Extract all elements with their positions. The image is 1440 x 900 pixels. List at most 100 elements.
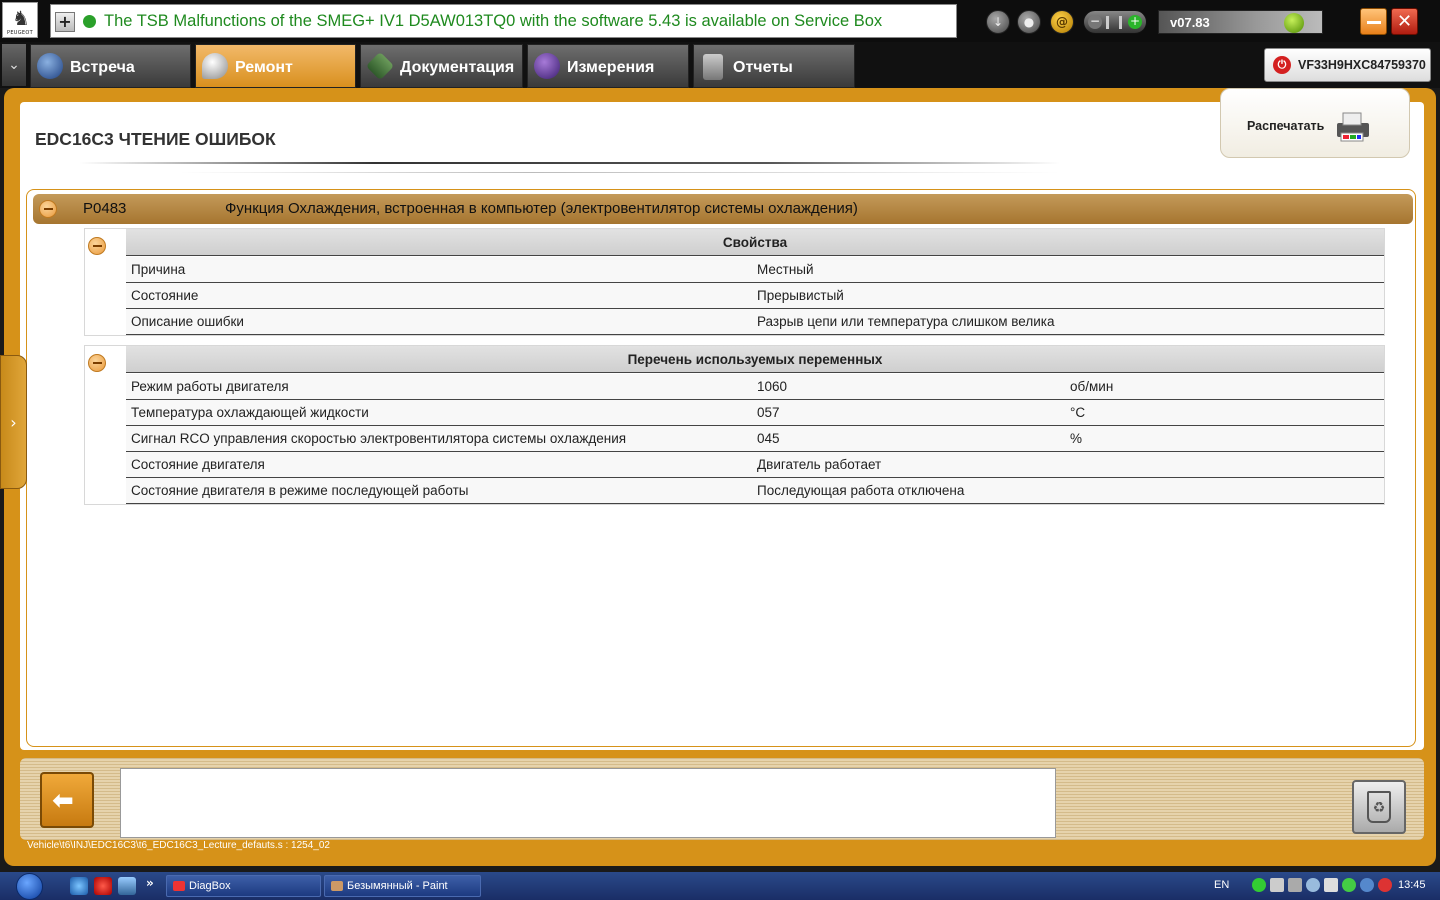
- printer-icon: [1337, 112, 1369, 142]
- variable-unit: °C: [1070, 405, 1086, 420]
- tray-tool-icon[interactable]: [1288, 878, 1302, 892]
- language-indicator[interactable]: EN: [1214, 879, 1229, 891]
- help-icon[interactable]: [1360, 878, 1374, 892]
- collapse-icon[interactable]: [88, 354, 106, 372]
- network-icon[interactable]: [1270, 878, 1284, 892]
- task-label: DiagBox: [189, 880, 231, 892]
- collapse-icon[interactable]: [39, 200, 57, 218]
- start-button[interactable]: [10, 872, 50, 900]
- internet-explorer-icon[interactable]: [70, 877, 88, 895]
- taskbar: » DiagBox Безымянный - Paint EN 13:45: [0, 872, 1440, 900]
- task-label: Безымянный - Paint: [347, 880, 448, 892]
- tab-repair[interactable]: Ремонт: [195, 44, 356, 88]
- opera-icon[interactable]: [94, 877, 112, 895]
- volume-level-icon: [1106, 16, 1122, 29]
- antivirus-icon[interactable]: [1378, 878, 1392, 892]
- title-bar: ♞ PEUGEOT + The TSB Malfunctions of the …: [0, 0, 1440, 42]
- version-text: v07.83: [1170, 15, 1210, 30]
- property-value: Местный: [757, 262, 814, 277]
- tray-app-icon[interactable]: [1342, 878, 1356, 892]
- mail-at-icon[interactable]: @: [1050, 10, 1074, 34]
- title-divider: [80, 162, 1060, 164]
- lion-icon: ♞: [12, 6, 30, 30]
- variable-name: Режим работы двигателя: [131, 379, 289, 394]
- magnifier-icon: [202, 53, 228, 79]
- minimize-button[interactable]: [1360, 8, 1387, 35]
- tab-reports[interactable]: Отчеты: [693, 44, 855, 88]
- table-row: Режим работы двигателя 1060 об/мин: [126, 374, 1384, 400]
- bottom-toolbar: ⬅ ♻: [20, 758, 1424, 840]
- properties-section: Свойства Причина Местный Состояние Преры…: [84, 228, 1385, 336]
- print-button[interactable]: Распечатать: [1220, 88, 1410, 158]
- tab-documentation[interactable]: Документация: [360, 44, 523, 88]
- recycle-bin-icon: ♻: [1367, 791, 1391, 823]
- fault-results: P0483 Функция Охлаждения, встроенная в к…: [26, 189, 1416, 747]
- tab-label: Встреча: [70, 59, 135, 76]
- fault-description: Функция Охлаждения, встроенная в компьют…: [225, 200, 858, 217]
- main-frame: EDC16C3 ЧТЕНИЕ ОШИБОК Распечатать P0483 …: [4, 88, 1436, 866]
- vin-text: VF33H9HXC84759370: [1298, 58, 1426, 72]
- table-row: Состояние двигателя в режиме последующей…: [126, 478, 1384, 504]
- property-name: Состояние: [131, 288, 199, 303]
- waveform-icon: [534, 53, 560, 79]
- expand-ticker-button[interactable]: +: [55, 12, 75, 32]
- volume-control[interactable]: − +: [1083, 10, 1147, 34]
- tab-label: Ремонт: [235, 59, 293, 76]
- variable-value: 1060: [757, 379, 788, 394]
- news-ticker[interactable]: + The TSB Malfunctions of the SMEG+ IV1 …: [50, 4, 957, 38]
- quicklaunch-more-icon[interactable]: »: [146, 876, 154, 890]
- tab-meeting[interactable]: Встреча: [30, 44, 191, 88]
- vin-display[interactable]: ⏻ VF33H9HXC84759370: [1264, 48, 1431, 82]
- property-value: Разрыв цепи или температура слишком вели…: [757, 314, 1055, 329]
- info-dot-icon: [83, 15, 96, 28]
- side-panel-toggle[interactable]: ›: [0, 355, 27, 489]
- show-desktop-icon[interactable]: [118, 877, 136, 895]
- chevron-down-icon[interactable]: ⌄: [2, 44, 26, 86]
- variable-name: Сигнал RCO управления скоростью электров…: [131, 431, 627, 446]
- ticker-message[interactable]: The TSB Malfunctions of the SMEG+ IV1 D5…: [104, 12, 882, 31]
- variable-unit: %: [1070, 431, 1083, 446]
- arrow-left-icon: ⬅: [52, 786, 74, 816]
- trash-button[interactable]: ♻: [1352, 780, 1406, 834]
- variable-unit: об/мин: [1070, 379, 1114, 394]
- fault-row[interactable]: P0483 Функция Охлаждения, встроенная в к…: [33, 194, 1413, 224]
- collapse-icon[interactable]: [88, 237, 106, 255]
- volume-icon[interactable]: [1324, 878, 1338, 892]
- tab-label: Отчеты: [733, 59, 793, 76]
- diagbox-icon: [173, 881, 185, 891]
- system-tray: [1250, 878, 1395, 894]
- tab-label: Измерения: [567, 59, 655, 76]
- property-name: Описание ошибки: [131, 314, 244, 329]
- version-indicator: v07.83: [1158, 10, 1323, 34]
- tray-status-icon[interactable]: [1252, 878, 1266, 892]
- logo-brand-text: PEUGEOT: [7, 30, 33, 36]
- tab-label: Документация: [400, 59, 515, 76]
- section-title: Свойства: [126, 229, 1384, 256]
- variables-section: Перечень используемых переменных Режим р…: [84, 345, 1385, 505]
- task-diagbox[interactable]: DiagBox: [166, 875, 321, 897]
- page-title: EDC16C3 ЧТЕНИЕ ОШИБОК: [35, 129, 276, 149]
- chevron-right-icon: ›: [10, 413, 17, 432]
- table-row: Состояние Прерывистый: [126, 283, 1384, 309]
- meeting-icon: [37, 53, 63, 79]
- volume-down-icon[interactable]: −: [1088, 15, 1102, 29]
- power-icon[interactable]: ⏻: [1273, 56, 1291, 74]
- user-icon[interactable]: ●: [1017, 10, 1041, 34]
- property-name: Причина: [131, 262, 186, 277]
- close-button[interactable]: ✕: [1391, 8, 1418, 35]
- variable-value: 045: [757, 431, 780, 446]
- variable-value: Двигатель работает: [757, 457, 882, 472]
- back-button[interactable]: ⬅: [40, 772, 94, 828]
- book-icon: [365, 51, 395, 81]
- clock[interactable]: 13:45: [1398, 879, 1426, 891]
- volume-up-icon[interactable]: +: [1128, 15, 1142, 29]
- table-row: Сигнал RCO управления скоростью электров…: [126, 426, 1384, 452]
- message-area: [120, 768, 1056, 838]
- tab-measurements[interactable]: Измерения: [527, 44, 689, 88]
- download-icon[interactable]: ↓: [986, 10, 1010, 34]
- variable-name: Температура охлаждающей жидкости: [131, 405, 369, 420]
- task-paint[interactable]: Безымянный - Paint: [324, 875, 481, 897]
- main-navigation: ⌄ Встреча Ремонт Документация Измерения …: [0, 42, 1440, 88]
- variable-value: 057: [757, 405, 780, 420]
- display-icon[interactable]: [1306, 878, 1320, 892]
